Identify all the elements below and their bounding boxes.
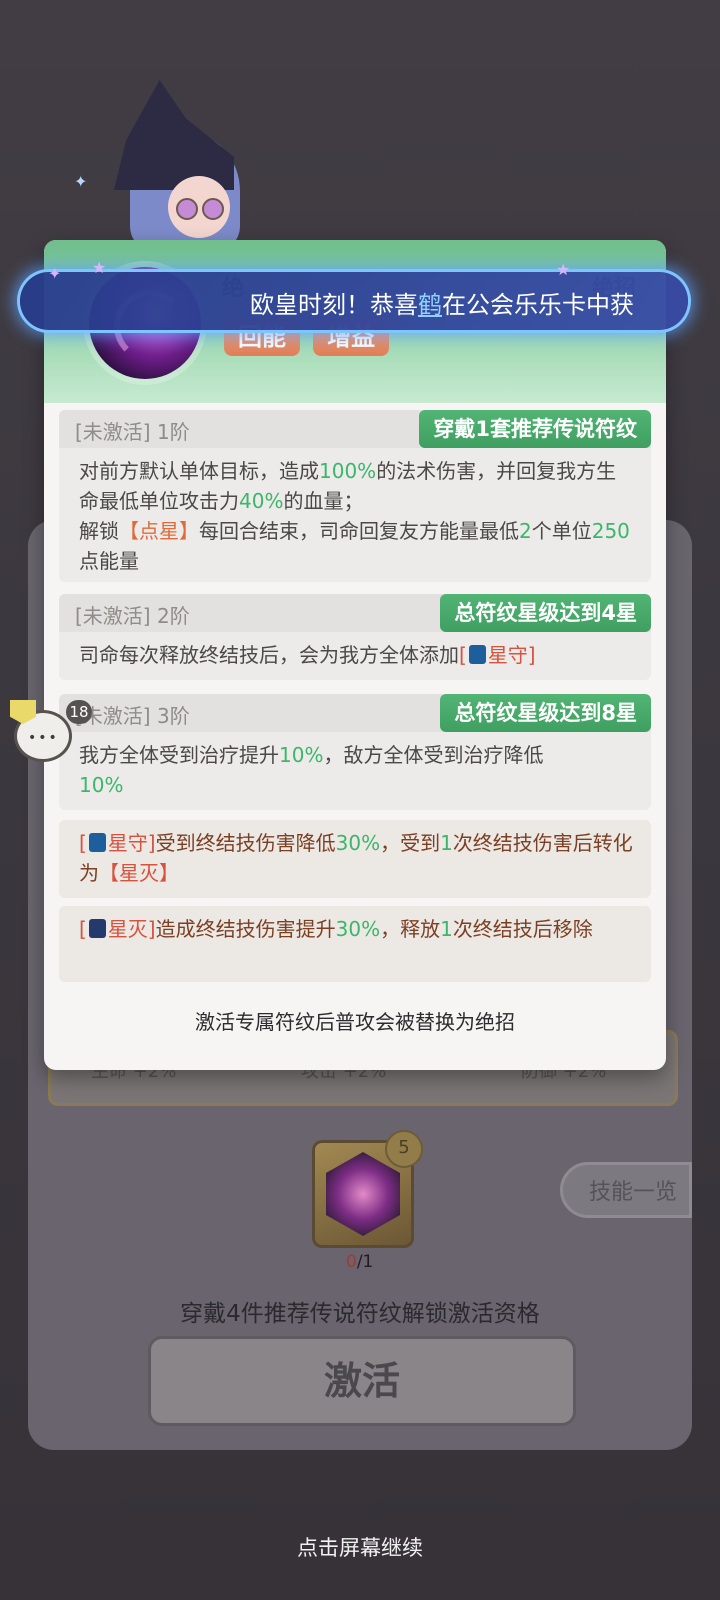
text-span: 的血量； (283, 489, 364, 513)
tier-3-description: 我方全体受到治疗提升10%，敌方全体受到治疗降低 10% (59, 732, 651, 808)
text-span: ，敌方全体受到治疗降低 (323, 743, 544, 767)
tier-3-requirement-badge: 总符纹星级达到8星 (440, 694, 651, 732)
keyword-link[interactable]: 星守] (488, 643, 536, 667)
rune-level-badge: 5 (385, 1130, 423, 1168)
tier-3-state: [未激活] 3阶 (75, 700, 190, 729)
star-icon: ★ (92, 258, 107, 277)
text-span: 对前方默认单体目标，造成 (79, 459, 319, 483)
chat-unread-count: 18 (66, 700, 92, 724)
player-name-link[interactable]: 鹤 (418, 291, 442, 319)
highlight-value: 2 (519, 519, 532, 543)
highlight-value: 1 (440, 831, 453, 855)
highlight-value: 10% (79, 773, 124, 797)
tier-3-section: [未激活] 3阶 总符纹星级达到8星 我方全体受到治疗提升10%，敌方全体受到治… (59, 694, 651, 810)
character-glasses-left (176, 198, 198, 220)
star-guard-icon (468, 645, 486, 664)
highlight-value: 40% (239, 489, 284, 513)
text-span: ，受到 (380, 831, 441, 855)
character-portrait (68, 80, 278, 250)
rune-count: 0/1 (346, 1252, 373, 1272)
tier-2-requirement-badge: 总符纹星级达到4星 (440, 594, 651, 632)
tier-2-description: 司命每次释放终结技后，会为我方全体添加[ 星守] (59, 632, 651, 678)
keyword-name: 星守] (107, 831, 156, 855)
text-span: ，释放 (380, 917, 441, 941)
announcement-banner[interactable]: ✦ ★ ★ 欧皇时刻！恭喜鹤在公会乐乐卡中获 (20, 258, 688, 330)
star-guard-note: [星守]受到终结技伤害降低30%，受到1次终结技伤害后转化为【星灭】 (59, 820, 651, 898)
star-guard-icon (88, 833, 106, 852)
rune-count-current: 0 (346, 1252, 357, 1272)
tier-1-section: [未激活] 1阶 穿戴1套推荐传说符纹 对前方默认单体目标，造成100%的法术伤… (59, 410, 651, 582)
activate-button[interactable]: 激活 (148, 1336, 576, 1426)
tap-to-continue-text[interactable]: 点击屏幕继续 (0, 1532, 720, 1562)
chat-dots: ••• (28, 730, 59, 746)
keyword-link[interactable]: 【星灭】 (99, 861, 179, 885)
text-span: 司命每次释放终结技后，会为我方全体添加 (79, 643, 459, 667)
replace-attack-note: 激活专属符纹后普攻会被替换为绝招 (195, 1010, 515, 1034)
tier-1-header: [未激活] 1阶 穿戴1套推荐传说符纹 (59, 410, 651, 448)
text-span: 点能量 (79, 549, 139, 573)
tier-level-label: 2阶 (156, 604, 190, 628)
rune-count-total: /1 (356, 1252, 374, 1272)
highlight-value: 1 (440, 917, 453, 941)
keyword-bracket: [ (79, 831, 87, 855)
sparkle-icon: ✦ (74, 172, 88, 191)
highlight-value: 250 (591, 519, 630, 543)
rune-gem-icon (326, 1152, 400, 1236)
tier-1-description: 对前方默认单体目标，造成100%的法术伤害，并回复我方生命最低单位攻击力40%的… (59, 448, 651, 584)
star-icon: ✦ (48, 264, 62, 283)
tier-1-requirement-badge: 穿戴1套推荐传说符纹 (419, 410, 651, 448)
text-span: 我方全体受到治疗提升 (79, 743, 279, 767)
chat-button[interactable]: ••• 18 (10, 700, 92, 764)
tier-3-header: [未激活] 3阶 总符纹星级达到8星 (59, 694, 651, 732)
announcement-text: 欧皇时刻！恭喜鹤在公会乐乐卡中获 (250, 285, 670, 320)
text-span: 造成终结技伤害提升 (155, 917, 336, 941)
star-destroy-icon (88, 919, 106, 938)
character-glasses-right (202, 198, 224, 220)
text-span: 次终结技后移除 (452, 917, 593, 941)
keyword-bracket: [ (459, 643, 467, 667)
text-span: 每回合结束，司命回复友方能量最低 (199, 519, 519, 543)
highlight-value: 30% (335, 831, 381, 855)
text-span: 解锁 (79, 519, 119, 543)
tier-1-state: [未激活] 1阶 (75, 416, 190, 445)
tier-state-label: [未激活] (75, 604, 151, 628)
character-hat (114, 80, 234, 190)
text-span: 在公会乐乐卡中获 (442, 291, 634, 319)
keyword-name: 星灭] (107, 917, 156, 941)
highlight-value: 100% (319, 459, 377, 483)
rune-detail-modal: 绝 绝招 回能 增益 [未激活] 1阶 穿戴1套推荐传说符纹 对前方默认单体目标… (44, 240, 666, 1070)
tier-2-state: [未激活] 2阶 (75, 600, 190, 629)
tier-state-label: [未激活] (75, 420, 151, 444)
skill-list-button[interactable]: 技能一览 (560, 1162, 692, 1218)
keyword-link[interactable]: 【点星】 (119, 519, 199, 543)
highlight-value: 10% (279, 743, 324, 767)
tier-level-label: 3阶 (156, 704, 190, 728)
tier-2-header: [未激活] 2阶 总符纹星级达到4星 (59, 594, 651, 632)
tier-level-label: 1阶 (156, 420, 190, 444)
star-destroy-note: [ 星灭]造成终结技伤害提升30%，释放1次终结技后移除 (59, 906, 651, 982)
tier-2-section: [未激活] 2阶 总符纹星级达到4星 司命每次释放终结技后，会为我方全体添加[ 星… (59, 594, 651, 680)
star-icon: ★ (556, 260, 571, 279)
text-span: 欧皇时刻！恭喜 (250, 291, 418, 319)
text-span: 受到终结技伤害降低 (155, 831, 336, 855)
keyword-bracket: [ (79, 917, 87, 941)
unlock-requirement-text: 穿戴4件推荐传说符纹解锁激活资格 (180, 1301, 540, 1327)
text-span: 个单位 (531, 519, 592, 543)
highlight-value: 30% (335, 917, 381, 941)
